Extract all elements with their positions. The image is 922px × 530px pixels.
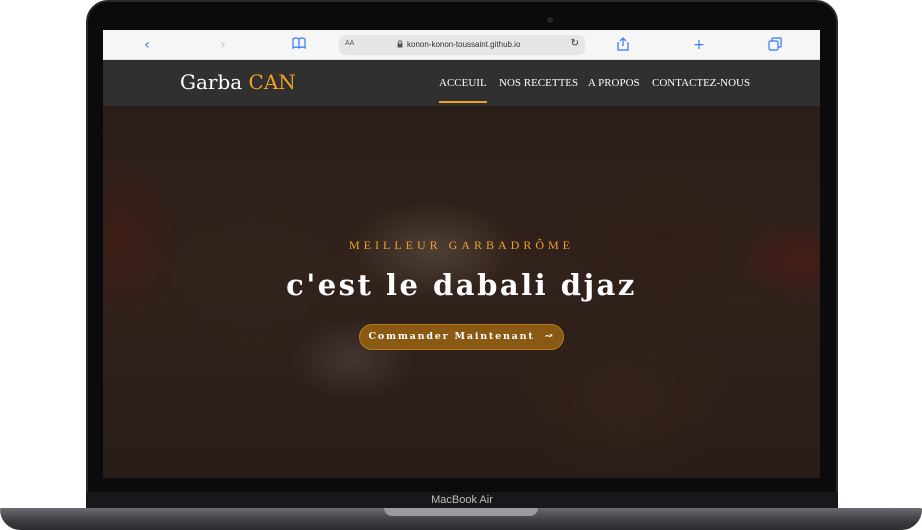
brand-accent: CAN [248, 70, 296, 94]
brand-name: Garba [180, 70, 243, 94]
reload-icon[interactable]: ↻ [571, 38, 579, 49]
lock-icon [397, 40, 403, 48]
camera-icon [547, 17, 553, 23]
hero-subtitle: MEILLEUR GARBADRÔME [349, 238, 574, 252]
nav-link-acceuil[interactable]: ACCEUIL [439, 77, 487, 103]
back-icon[interactable]: ‹ [139, 37, 155, 53]
order-now-label: Commander Maintenant [368, 331, 535, 342]
screen: ‹ › AA konon-konon-toussaint.github.io ↻… [103, 30, 820, 478]
nav-link-contactez-nous[interactable]: CONTACTEZ-NOUS [652, 77, 750, 89]
nav-link-nos-recettes[interactable]: NOS RECETTES [499, 77, 578, 89]
url-text: konon-konon-toussaint.github.io [407, 40, 521, 49]
web-page: Garba CAN ACCEUIL NOS RECETTES A PROPOS … [103, 60, 820, 478]
nav-link-a-propos[interactable]: A PROPOS [588, 77, 640, 89]
swirl-arrow-icon: ↝ [539, 331, 555, 342]
browser-toolbar: ‹ › AA konon-konon-toussaint.github.io ↻… [103, 30, 820, 60]
model-label: MacBook Air [431, 494, 493, 506]
order-now-button[interactable]: Commander Maintenant ↝ [359, 324, 564, 350]
laptop-opening-notch [384, 508, 538, 516]
site-navbar: Garba CAN ACCEUIL NOS RECETTES A PROPOS … [103, 60, 820, 106]
forward-icon[interactable]: › [215, 37, 231, 53]
hero-content: MEILLEUR GARBADRÔME c'est le dabali djaz… [103, 60, 820, 478]
site-logo[interactable]: Garba CAN [180, 70, 296, 94]
bookmarks-icon[interactable] [291, 37, 307, 53]
tabs-icon[interactable] [767, 37, 783, 53]
new-tab-icon[interactable]: + [691, 37, 707, 53]
hero-headline: c'est le dabali djaz [286, 268, 637, 302]
address-bar[interactable]: AA konon-konon-toussaint.github.io ↻ [339, 35, 585, 55]
share-icon[interactable] [615, 37, 631, 53]
reader-button[interactable]: AA [345, 40, 354, 47]
laptop-frame: ‹ › AA konon-konon-toussaint.github.io ↻… [0, 0, 922, 530]
